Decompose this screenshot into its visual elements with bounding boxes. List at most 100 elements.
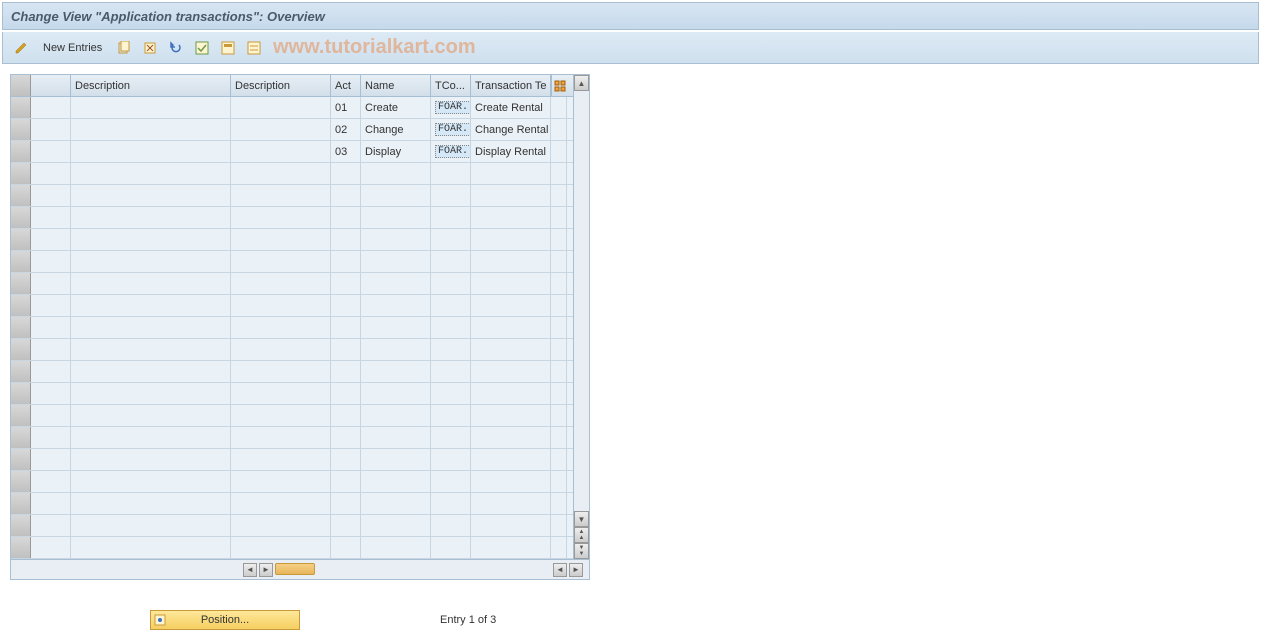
toggle-edit-icon[interactable] xyxy=(11,38,31,58)
vertical-scrollbar[interactable]: ▲ ▼ ▲▲ ▼▼ xyxy=(573,75,589,559)
cell-transaction-text[interactable]: Create Rental xyxy=(471,97,551,118)
undo-icon[interactable] xyxy=(166,38,186,58)
cell-transaction-text[interactable]: Display Rental xyxy=(471,141,551,162)
title-bar: Change View "Application transactions": … xyxy=(2,2,1259,30)
cell-name[interactable]: Create xyxy=(361,97,431,118)
cell-desc1[interactable] xyxy=(71,97,231,118)
cell-id1[interactable] xyxy=(31,119,71,140)
table-row[interactable] xyxy=(11,273,573,295)
table-row[interactable] xyxy=(11,361,573,383)
header-activity[interactable]: Act xyxy=(331,75,361,96)
hscroll-left2-icon[interactable]: ◄ xyxy=(553,563,567,577)
row-selector[interactable] xyxy=(11,295,31,316)
cell-desc1[interactable] xyxy=(71,119,231,140)
header-description-1[interactable]: Description xyxy=(71,75,231,96)
row-selector[interactable] xyxy=(11,229,31,250)
cell-desc2[interactable] xyxy=(231,97,331,118)
hscroll-left-icon[interactable]: ◄ xyxy=(243,563,257,577)
table-row[interactable] xyxy=(11,383,573,405)
row-selector[interactable] xyxy=(11,449,31,470)
copy-icon[interactable] xyxy=(114,38,134,58)
row-selector[interactable] xyxy=(11,207,31,228)
row-selector[interactable] xyxy=(11,427,31,448)
select-all-icon[interactable] xyxy=(192,38,212,58)
table-row[interactable]: 02ChangeFOAR..Change Rental xyxy=(11,119,573,141)
grid-header-row: Description Description Act Name TCo... … xyxy=(11,75,573,97)
header-name[interactable]: Name xyxy=(361,75,431,96)
cell-activity[interactable]: 01 xyxy=(331,97,361,118)
select-block-icon[interactable] xyxy=(218,38,238,58)
cell-activity[interactable]: 03 xyxy=(331,141,361,162)
row-selector[interactable] xyxy=(11,141,31,162)
row-selector[interactable] xyxy=(11,361,31,382)
cell-name[interactable]: Change xyxy=(361,119,431,140)
row-selector[interactable] xyxy=(11,185,31,206)
position-button[interactable]: Position... xyxy=(150,610,300,630)
new-entries-button[interactable]: New Entries xyxy=(37,40,108,56)
row-selector[interactable] xyxy=(11,493,31,514)
scroll-track[interactable] xyxy=(574,91,589,511)
row-selector[interactable] xyxy=(11,339,31,360)
cell-tcode[interactable]: FOAR.. xyxy=(431,119,471,140)
cell-activity[interactable]: 02 xyxy=(331,119,361,140)
table-row[interactable] xyxy=(11,207,573,229)
delete-icon[interactable] xyxy=(140,38,160,58)
row-selector[interactable] xyxy=(11,251,31,272)
cell-tcode[interactable]: FOAR.. xyxy=(431,141,471,162)
scroll-page-down-icon[interactable]: ▼▼ xyxy=(574,543,589,559)
table-row[interactable]: 03DisplayFOAR..Display Rental xyxy=(11,141,573,163)
header-description-2[interactable]: Description xyxy=(231,75,331,96)
table-row[interactable] xyxy=(11,471,573,493)
table-settings-icon[interactable] xyxy=(551,75,567,96)
table-row[interactable] xyxy=(11,405,573,427)
row-selector[interactable] xyxy=(11,163,31,184)
row-selector[interactable] xyxy=(11,273,31,294)
grid: Description Description Act Name TCo... … xyxy=(10,74,590,560)
cell-pad xyxy=(551,119,567,140)
row-selector[interactable] xyxy=(11,97,31,118)
table-row[interactable] xyxy=(11,493,573,515)
deselect-all-icon[interactable] xyxy=(244,38,264,58)
scroll-up-icon[interactable]: ▲ xyxy=(574,75,589,91)
header-selector[interactable] xyxy=(11,75,31,96)
grid-body: 01CreateFOAR..Create Rental02ChangeFOAR.… xyxy=(11,97,573,559)
page-title: Change View "Application transactions": … xyxy=(11,9,325,24)
hscroll-thumb[interactable] xyxy=(275,563,315,575)
cell-desc2[interactable] xyxy=(231,119,331,140)
hscroll-right2-icon[interactable]: ► xyxy=(569,563,583,577)
cell-desc1[interactable] xyxy=(71,141,231,162)
table-row[interactable] xyxy=(11,163,573,185)
cell-id1[interactable] xyxy=(31,141,71,162)
table-row[interactable] xyxy=(11,537,573,559)
header-transaction-text[interactable]: Transaction Te xyxy=(471,75,551,96)
cell-transaction-text[interactable]: Change Rental xyxy=(471,119,551,140)
table-row[interactable] xyxy=(11,251,573,273)
header-tcode[interactable]: TCo... xyxy=(431,75,471,96)
row-selector[interactable] xyxy=(11,471,31,492)
table-row[interactable] xyxy=(11,295,573,317)
cell-name[interactable]: Display xyxy=(361,141,431,162)
cell-tcode[interactable]: FOAR.. xyxy=(431,97,471,118)
table-row[interactable] xyxy=(11,339,573,361)
cell-id1[interactable] xyxy=(31,97,71,118)
row-selector[interactable] xyxy=(11,119,31,140)
table-area: Description Description Act Name TCo... … xyxy=(10,74,590,580)
entry-counter: Entry 1 of 3 xyxy=(440,614,496,626)
row-selector[interactable] xyxy=(11,383,31,404)
row-selector[interactable] xyxy=(11,537,31,558)
hscroll-right-icon[interactable]: ► xyxy=(259,563,273,577)
row-selector[interactable] xyxy=(11,515,31,536)
scroll-page-up-icon[interactable]: ▲▲ xyxy=(574,527,589,543)
table-row[interactable] xyxy=(11,185,573,207)
table-row[interactable] xyxy=(11,229,573,251)
table-row[interactable] xyxy=(11,515,573,537)
table-row[interactable] xyxy=(11,317,573,339)
header-id1[interactable] xyxy=(31,75,71,96)
table-row[interactable] xyxy=(11,449,573,471)
table-row[interactable]: 01CreateFOAR..Create Rental xyxy=(11,97,573,119)
scroll-down-icon[interactable]: ▼ xyxy=(574,511,589,527)
row-selector[interactable] xyxy=(11,405,31,426)
row-selector[interactable] xyxy=(11,317,31,338)
cell-desc2[interactable] xyxy=(231,141,331,162)
table-row[interactable] xyxy=(11,427,573,449)
